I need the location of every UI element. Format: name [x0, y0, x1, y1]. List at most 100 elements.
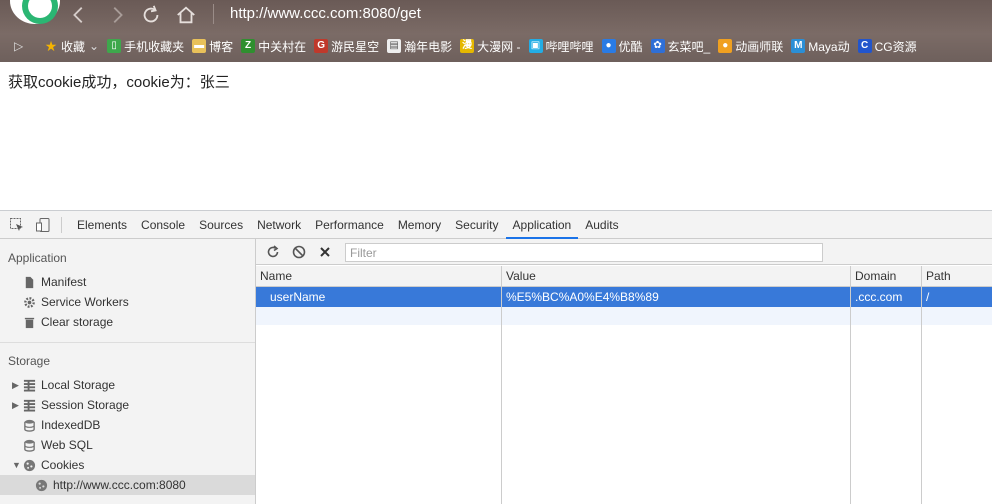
bookmark-label: 大漫网 - [477, 39, 521, 54]
bookmark-label: 手机收藏夹 [124, 39, 185, 54]
bookmark-item[interactable]: Z 中关村在 [241, 38, 306, 55]
bookmark-label: 哔哩哔哩 [545, 39, 594, 54]
bookmark-item[interactable]: ▣ 哔哩哔哩 [528, 38, 594, 55]
sidebar-item-service-workers[interactable]: Service Workers [22, 292, 129, 312]
expand-arrow-icon[interactable]: ▶ [12, 380, 22, 391]
sidebar-item-cookies[interactable]: ▼ Cookies [12, 455, 84, 475]
application-sidebar: Application Manifest Service Workers Cle… [0, 239, 256, 504]
bookmark-label: 瀚年电影 [404, 39, 453, 54]
column-divider [850, 266, 851, 504]
sidebar-item-label: Web SQL [41, 438, 93, 452]
column-header-domain[interactable]: Domain [851, 266, 896, 287]
cookie-value-cell: %E5%BC%A0%E4%B8%89 [506, 290, 659, 304]
device-toggle-icon[interactable] [34, 216, 52, 234]
collapse-arrow-icon[interactable]: ▼ [12, 460, 22, 470]
filter-input[interactable] [345, 243, 823, 262]
document-icon [22, 275, 36, 289]
sidebar-item-label: http://www.ccc.com:8080 [53, 478, 186, 492]
baidu-paw-icon: ✿ [650, 39, 665, 53]
gear-icon [22, 295, 36, 309]
tab-memory[interactable]: Memory [391, 211, 448, 239]
application-section-title: Application [8, 251, 67, 265]
reload-button[interactable] [138, 2, 164, 28]
clear-all-icon[interactable] [288, 241, 310, 263]
column-header-value[interactable]: Value [502, 266, 536, 287]
browser-toolbar: http://www.ccc.com:8080/get ▷ ★ 收藏 ⌄ ▯ 手机收藏夹… [0, 0, 992, 62]
phone-icon: ▯ [107, 39, 122, 53]
maya-icon: M [791, 39, 806, 53]
column-header-name[interactable]: Name [256, 266, 292, 287]
database-icon [22, 418, 36, 432]
sidebar-item-clear-storage[interactable]: Clear storage [22, 312, 113, 332]
refresh-icon[interactable] [262, 241, 284, 263]
cookies-panel: Name Value Domain Path userName %E5%BC%A… [256, 239, 992, 504]
expand-arrow-icon[interactable]: ▶ [12, 400, 22, 411]
sidebar-item-label: IndexedDB [41, 418, 101, 432]
address-bar[interactable]: http://www.ccc.com:8080/get [230, 5, 421, 22]
sidebar-item-indexeddb[interactable]: IndexedDB [22, 415, 100, 435]
cookie-icon [22, 458, 36, 472]
delete-selected-icon[interactable] [314, 241, 336, 263]
sidebar-item-local-storage[interactable]: ▶ Local Storage [12, 375, 115, 395]
dmw-icon: 漫 [460, 39, 475, 53]
tab-application[interactable]: Application [505, 211, 579, 239]
bookmark-label: 动画师联 [735, 39, 784, 54]
bookmark-label: 博客 [209, 39, 234, 54]
tab-elements[interactable]: Elements [70, 211, 134, 239]
sidebar-item-label: Local Storage [41, 378, 116, 392]
tab-console[interactable]: Console [134, 211, 192, 239]
bookmark-item[interactable]: ● 优酷 [601, 38, 643, 55]
forward-button[interactable] [104, 2, 130, 28]
bookmark-item[interactable]: ▤ 瀚年电影 [387, 38, 452, 55]
bookmark-item[interactable]: ★ 收藏 ⌄ [44, 38, 99, 55]
bookmark-item[interactable]: ▬ 博客 [192, 38, 233, 55]
gamersky-icon: G [314, 39, 329, 53]
cookies-toolbar [256, 239, 992, 265]
chevron-down-icon[interactable]: ⌄ [89, 39, 99, 53]
devtools-panel: Elements Console Sources Network Performance… [0, 210, 992, 504]
sidebar-item-manifest[interactable]: Manifest [22, 272, 86, 292]
tab-security[interactable]: Security [448, 211, 505, 239]
cookie-icon [34, 478, 48, 492]
sidebar-item-session-storage[interactable]: ▶ Session Storage [12, 395, 129, 415]
inspect-element-icon[interactable] [8, 216, 26, 234]
bookmark-item[interactable]: ● 动画师联 [718, 38, 783, 55]
column-header-path[interactable]: Path [922, 266, 951, 287]
column-divider [501, 266, 502, 504]
bookmark-label: Maya动 [808, 39, 850, 54]
bookmark-item[interactable]: 漫大漫网 - [460, 38, 521, 55]
back-button[interactable] [66, 2, 92, 28]
sidebar-item-label: Manifest [41, 275, 87, 289]
anim-icon: ● [718, 39, 733, 53]
tab-sources[interactable]: Sources [192, 211, 250, 239]
table-header: Name Value Domain Path [256, 266, 992, 287]
bookmark-item[interactable]: M Maya动 [791, 38, 850, 55]
cookie-domain-cell: .ccc.com [855, 290, 903, 304]
grid-icon [22, 398, 36, 412]
tab-performance[interactable]: Performance [308, 211, 391, 239]
bookmark-item[interactable]: ✿ 玄菜吧_ [650, 38, 710, 55]
bilibili-icon: ▣ [528, 39, 543, 53]
tab-audits[interactable]: Audits [578, 211, 625, 239]
bookmark-item[interactable]: C CG资源 [857, 38, 917, 55]
devtools-tabbar: Elements Console Sources Network Performance… [0, 211, 992, 239]
bookmark-label: CG资源 [874, 39, 917, 54]
cookie-message: 获取cookie成功，cookie为：张三 [8, 74, 230, 91]
tab-network[interactable]: Network [250, 211, 308, 239]
bookmark-label: 优酷 [618, 39, 643, 54]
youku-icon: ● [601, 39, 616, 53]
bookmark-item[interactable]: G 游民星空 [314, 38, 379, 55]
browser-logo-icon [10, 0, 60, 24]
sidebar-item-web-sql[interactable]: Web SQL [22, 435, 93, 455]
sidebar-item-label: Clear storage [41, 315, 114, 329]
table-row[interactable]: userName %E5%BC%A0%E4%B8%89 .ccc.com / [256, 287, 992, 307]
bookmarks-toggle-icon[interactable]: ▷ [14, 39, 28, 53]
bookmark-label: 中关村在 [258, 39, 307, 54]
empty-table-row [256, 307, 992, 325]
cookie-path-cell: / [926, 290, 930, 304]
bookmark-item[interactable]: ▯ 手机收藏夹 [107, 38, 184, 55]
sidebar-item-cookie-origin[interactable]: http://www.ccc.com:8080 [34, 475, 186, 495]
sidebar-item-label: Session Storage [41, 398, 130, 412]
home-button[interactable] [173, 2, 199, 28]
star-icon: ★ [44, 38, 58, 54]
